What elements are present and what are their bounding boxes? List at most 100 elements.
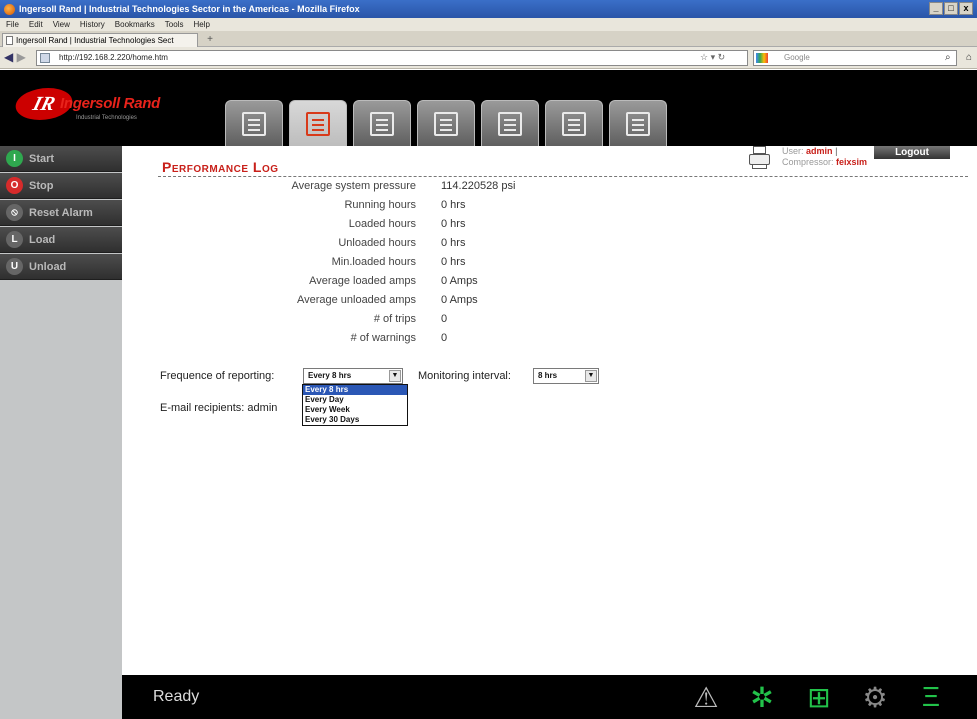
address-bar[interactable]: http://192.168.2.220/home.htm [36, 50, 748, 66]
search-icon[interactable]: ⌕ [945, 52, 951, 63]
stat-value: 0 hrs [441, 218, 466, 230]
new-tab-button[interactable]: + [202, 33, 218, 47]
stat-value: 0 hrs [441, 237, 466, 249]
printer-icon[interactable] [749, 146, 771, 170]
window-controls: _ □ x [929, 2, 973, 15]
menu-file[interactable]: File [6, 20, 19, 29]
stat-row: Average loaded amps 0 Amps [122, 275, 977, 293]
search-doc-icon [498, 111, 522, 136]
browser-tab[interactable]: Ingersoll Rand | Industrial Technologies… [2, 33, 198, 47]
tab-info[interactable] [545, 100, 603, 146]
stat-label: Loaded hours [348, 218, 416, 230]
control-sidebar: I Start O Stop ⦸ Reset Alarm L Load U Un… [0, 146, 122, 675]
reporting-select[interactable]: Every 8 hrs ▼ [303, 368, 403, 384]
stat-value: 114.220528 psi [441, 180, 516, 192]
back-forward-buttons[interactable]: ◀ ▶ [4, 50, 34, 66]
chevron-down-icon[interactable]: ▼ [585, 370, 597, 382]
reset-alarm-button[interactable]: ⦸ Reset Alarm [0, 200, 122, 226]
stat-label: # of trips [373, 313, 416, 325]
reporting-value: Every 8 hrs [308, 371, 352, 380]
network-icon[interactable]: ⊞ [802, 680, 836, 714]
stop-label: Stop [29, 179, 54, 192]
compressor-label: Compressor: [782, 157, 834, 167]
email-label: E-mail recipients: [160, 402, 245, 414]
forward-icon[interactable]: ▶ [17, 50, 26, 64]
close-button[interactable]: x [959, 2, 973, 15]
reset-icon: ⦸ [6, 204, 23, 221]
window-title: Ingersoll Rand | Industrial Technologies… [19, 4, 360, 14]
app-header: IR Ingersoll Rand Industrial Technologie… [0, 70, 977, 146]
service-icon[interactable]: ⚙ [858, 680, 892, 714]
stat-value: 0 [441, 332, 448, 344]
compressor-icon[interactable]: Ξ [914, 680, 948, 714]
reporting-dropdown-list: Every 8 hrs Every Day Every Week Every 3… [302, 384, 408, 426]
stat-value: 0 hrs [441, 199, 466, 211]
stat-label: # of warnings [350, 332, 416, 344]
load-button[interactable]: L Load [0, 227, 122, 253]
search-input[interactable]: Google [753, 50, 957, 66]
menu-tools[interactable]: Tools [165, 20, 184, 29]
warning-icon[interactable]: ⚠ [689, 680, 723, 714]
stat-row: Unloaded hours 0 hrs [122, 237, 977, 255]
reporting-label: Frequence of reporting: [160, 370, 275, 382]
menu-bar: File Edit View History Bookmarks Tools H… [0, 18, 977, 31]
google-icon[interactable] [756, 53, 768, 63]
tab-performance-log[interactable] [289, 100, 347, 146]
chart-icon [370, 111, 394, 136]
tab-title: Ingersoll Rand | Industrial Technologies… [16, 36, 174, 45]
user-info: User: admin | Compressor: feixsim [782, 146, 867, 168]
reset-alarm-label: Reset Alarm [29, 206, 93, 219]
menu-help[interactable]: Help [193, 20, 209, 29]
window-titlebar: Ingersoll Rand | Industrial Technologies… [0, 0, 977, 18]
tab-events[interactable] [481, 100, 539, 146]
tab-status[interactable] [225, 100, 283, 146]
tab-settings[interactable] [417, 100, 475, 146]
dropdown-option[interactable]: Every 30 Days [303, 415, 407, 425]
navigation-bar: ◀ ▶ http://192.168.2.220/home.htm ☆ ▾ ↻ … [0, 47, 977, 69]
site-icon [40, 53, 50, 63]
stat-label: Average unloaded amps [296, 294, 416, 306]
logout-button[interactable]: Logout [874, 146, 950, 159]
ingersoll-rand-logo: IR Ingersoll Rand Industrial Technologie… [11, 88, 196, 128]
tab-charts[interactable] [353, 100, 411, 146]
stat-label: Average loaded amps [309, 275, 416, 287]
fan-icon[interactable]: ✲ [745, 680, 779, 714]
stat-value: 0 Amps [441, 275, 478, 287]
dropdown-option[interactable]: Every 8 hrs [303, 385, 407, 395]
title-divider [158, 176, 968, 177]
main-panel: Performance Log User: admin | Compressor… [122, 146, 977, 675]
back-icon[interactable]: ◀ [4, 50, 13, 64]
monitoring-select[interactable]: 8 hrs ▼ [533, 368, 599, 384]
status-icon [242, 111, 266, 136]
home-icon[interactable]: ⌂ [966, 52, 972, 63]
chevron-down-icon[interactable]: ▼ [389, 370, 401, 382]
tab-user[interactable] [609, 100, 667, 146]
stat-row: Running hours 0 hrs [122, 199, 977, 217]
dropdown-option[interactable]: Every Day [303, 395, 407, 405]
menu-bookmarks[interactable]: Bookmarks [115, 20, 155, 29]
stat-label: Min.loaded hours [331, 256, 416, 268]
status-footer: Ready ⚠ ✲ ⊞ ⚙ Ξ [0, 675, 977, 719]
stat-row: Average system pressure 114.220528 psi [122, 180, 977, 198]
stat-row: Average unloaded amps 0 Amps [122, 294, 977, 312]
unload-button[interactable]: U Unload [0, 254, 122, 280]
firefox-icon [4, 3, 15, 15]
menu-view[interactable]: View [53, 20, 70, 29]
stop-button[interactable]: O Stop [0, 173, 122, 199]
stat-label: Unloaded hours [338, 237, 416, 249]
settings-icon [434, 111, 458, 136]
dropdown-option[interactable]: Every Week [303, 405, 407, 415]
email-value: admin [247, 402, 278, 414]
page-icon [6, 36, 13, 45]
menu-edit[interactable]: Edit [29, 20, 43, 29]
start-button[interactable]: I Start [0, 146, 122, 172]
user-label: User: [782, 146, 804, 156]
refresh-icon[interactable]: ☆ ▾ ↻ [700, 52, 725, 63]
stat-row: # of trips 0 [122, 313, 977, 331]
menu-history[interactable]: History [80, 20, 105, 29]
minimize-button[interactable]: _ [929, 2, 943, 15]
info-icon [562, 111, 586, 136]
maximize-button[interactable]: □ [944, 2, 958, 15]
stat-row: # of warnings 0 [122, 332, 977, 350]
footer-sidebar-spacer [0, 675, 122, 719]
